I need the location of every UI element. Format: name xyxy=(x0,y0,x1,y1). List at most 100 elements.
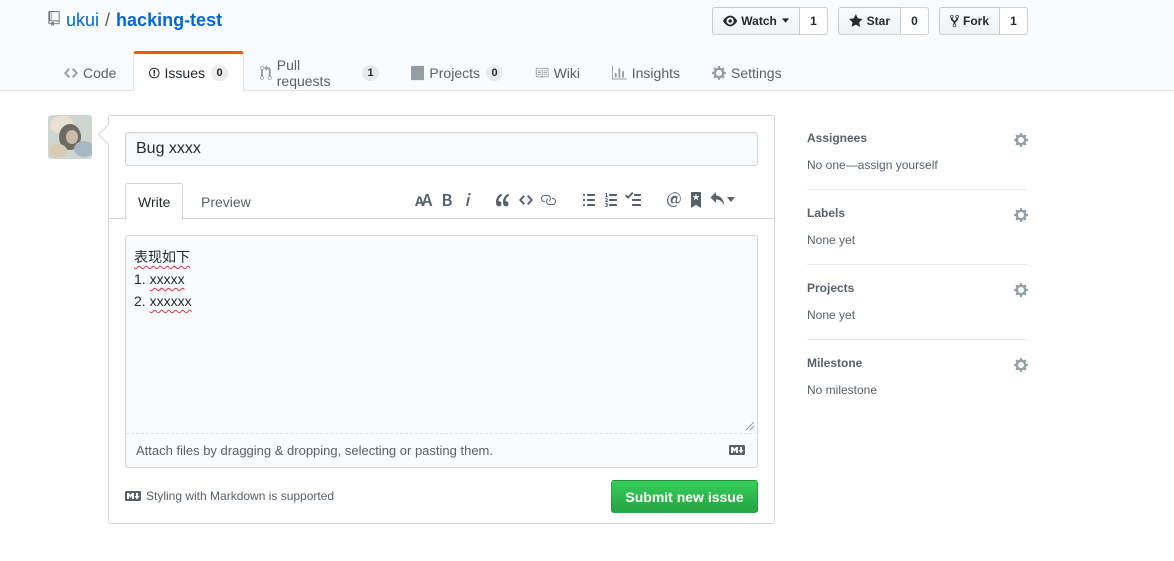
gear-icon[interactable] xyxy=(1014,207,1028,223)
tab-projects[interactable]: Projects 0 xyxy=(395,51,519,91)
tab-wiki[interactable]: Wiki xyxy=(519,51,596,91)
tab-insights[interactable]: Insights xyxy=(596,51,696,91)
fork-button[interactable]: Fork xyxy=(939,7,1000,35)
assignees-value[interactable]: No one—assign yourself xyxy=(807,158,938,172)
markdown-toolbar xyxy=(414,188,736,212)
projects-value: None yet xyxy=(807,308,856,322)
watch-group: Watch 1 xyxy=(712,7,828,35)
book-icon xyxy=(535,67,549,78)
tab-projects-label: Projects xyxy=(429,64,480,81)
body-line-2-text: xxxxx xyxy=(149,271,185,287)
pulls-counter: 1 xyxy=(362,64,379,81)
projects-heading[interactable]: Projects xyxy=(807,281,854,295)
tab-preview[interactable]: Preview xyxy=(189,183,263,220)
fork-icon xyxy=(950,14,959,28)
tab-write[interactable]: Write xyxy=(125,183,184,220)
caret-down-icon xyxy=(726,197,735,202)
repo-title: ukui / hacking-test xyxy=(48,10,222,31)
graph-icon xyxy=(612,65,627,79)
ordered-list-button[interactable] xyxy=(601,188,621,212)
sidebar-assignees: Assignees No one—assign yourself xyxy=(807,115,1028,190)
issue-opened-icon xyxy=(149,67,160,79)
issues-counter: 0 xyxy=(211,65,228,81)
list-ordered-icon xyxy=(605,193,617,207)
body-line-2-prefix: 1. xyxy=(134,271,150,287)
reference-button[interactable] xyxy=(686,188,706,212)
fork-group: Fork 1 xyxy=(939,7,1028,35)
tab-code[interactable]: Code xyxy=(48,51,133,91)
assignees-heading[interactable]: Assignees xyxy=(807,131,867,145)
tab-wiki-label: Wiki xyxy=(553,64,580,81)
tab-insights-label: Insights xyxy=(631,64,680,81)
star-button[interactable]: Star xyxy=(838,7,901,35)
attach-files-hint[interactable]: Attach files by dragging & dropping, sel… xyxy=(136,443,493,458)
link-button[interactable] xyxy=(538,188,558,212)
watch-count[interactable]: 1 xyxy=(800,7,828,35)
bold-button[interactable] xyxy=(437,188,457,212)
issue-sidebar: Assignees No one—assign yourself Labels … xyxy=(807,115,1028,415)
star-count[interactable]: 0 xyxy=(901,7,929,35)
header-text-button[interactable] xyxy=(414,188,434,212)
markdown-icon xyxy=(729,445,745,455)
repo-icon xyxy=(48,11,60,26)
bold-icon xyxy=(443,194,452,206)
watch-label: Watch xyxy=(741,14,777,28)
pull-request-icon xyxy=(260,64,272,80)
fork-count[interactable]: 1 xyxy=(1000,7,1028,35)
issue-title-input[interactable]: Bug xxxx xyxy=(125,132,758,166)
gear-icon xyxy=(712,65,726,80)
gear-icon[interactable] xyxy=(1014,357,1028,373)
milestone-heading[interactable]: Milestone xyxy=(807,356,862,370)
tab-settings-label: Settings xyxy=(731,64,782,81)
markdown-support-note: Styling with Markdown is supported xyxy=(125,489,334,503)
unordered-list-button[interactable] xyxy=(579,188,599,212)
tab-settings[interactable]: Settings xyxy=(696,51,801,91)
body-line-3-prefix: 2. xyxy=(134,293,150,309)
star-group: Star 0 xyxy=(838,7,929,35)
markdown-support-link[interactable]: Styling with Markdown is supported xyxy=(146,489,334,503)
mention-button[interactable] xyxy=(664,188,684,212)
fork-label: Fork xyxy=(962,14,989,28)
sidebar-labels: Labels None yet xyxy=(807,190,1028,265)
body-line-3-text: xxxxxx xyxy=(149,293,192,309)
milestone-value: No milestone xyxy=(807,383,878,397)
repo-nav: Code Issues 0 Pull requests 1 Projects 0… xyxy=(48,51,801,92)
gear-icon[interactable] xyxy=(1014,282,1028,298)
project-icon xyxy=(411,65,425,80)
new-issue-form: Bug xxxx Write Preview 表现如下 1. xxxxx 2. … xyxy=(108,115,775,524)
code-button[interactable] xyxy=(516,188,536,212)
quote-icon xyxy=(496,193,510,207)
avatar-image xyxy=(48,115,92,159)
italic-button[interactable] xyxy=(460,188,476,212)
issue-body-editor[interactable]: 表现如下 1. xxxxx 2. xxxxxx Attach files by … xyxy=(125,235,758,468)
avatar[interactable] xyxy=(48,115,92,159)
quote-button[interactable] xyxy=(493,188,513,212)
tab-issues[interactable]: Issues 0 xyxy=(133,51,244,92)
code-icon xyxy=(64,67,78,78)
saved-replies-button[interactable] xyxy=(708,188,736,212)
resize-handle-icon[interactable] xyxy=(745,421,755,431)
repo-name-link[interactable]: hacking-test xyxy=(116,10,222,31)
reply-icon xyxy=(710,192,724,206)
sidebar-projects: Projects None yet xyxy=(807,265,1028,340)
text-size-icon xyxy=(415,194,433,206)
caret-down-icon xyxy=(781,18,789,23)
repo-owner-link[interactable]: ukui xyxy=(66,10,99,31)
tab-code-label: Code xyxy=(83,64,117,81)
projects-counter: 0 xyxy=(486,64,503,81)
repo-header: ukui / hacking-test Watch 1 Star 0 Fork … xyxy=(0,0,1174,92)
labels-heading[interactable]: Labels xyxy=(807,206,845,220)
submit-new-issue-button[interactable]: Submit new issue xyxy=(611,480,758,513)
eye-icon xyxy=(723,15,738,27)
mention-icon xyxy=(667,192,681,207)
body-line-1: 表现如下 xyxy=(134,249,190,265)
star-label: Star xyxy=(866,14,890,28)
watch-button[interactable]: Watch xyxy=(712,7,800,35)
gear-icon[interactable] xyxy=(1014,132,1028,148)
tab-pull-requests[interactable]: Pull requests 1 xyxy=(244,51,395,91)
issue-body-textarea[interactable]: 表现如下 1. xxxxx 2. xxxxxx xyxy=(126,236,757,434)
task-list-button[interactable] xyxy=(623,188,643,212)
bookmark-icon xyxy=(691,192,701,208)
sidebar-milestone: Milestone No milestone xyxy=(807,340,1028,415)
code-icon xyxy=(519,195,533,205)
